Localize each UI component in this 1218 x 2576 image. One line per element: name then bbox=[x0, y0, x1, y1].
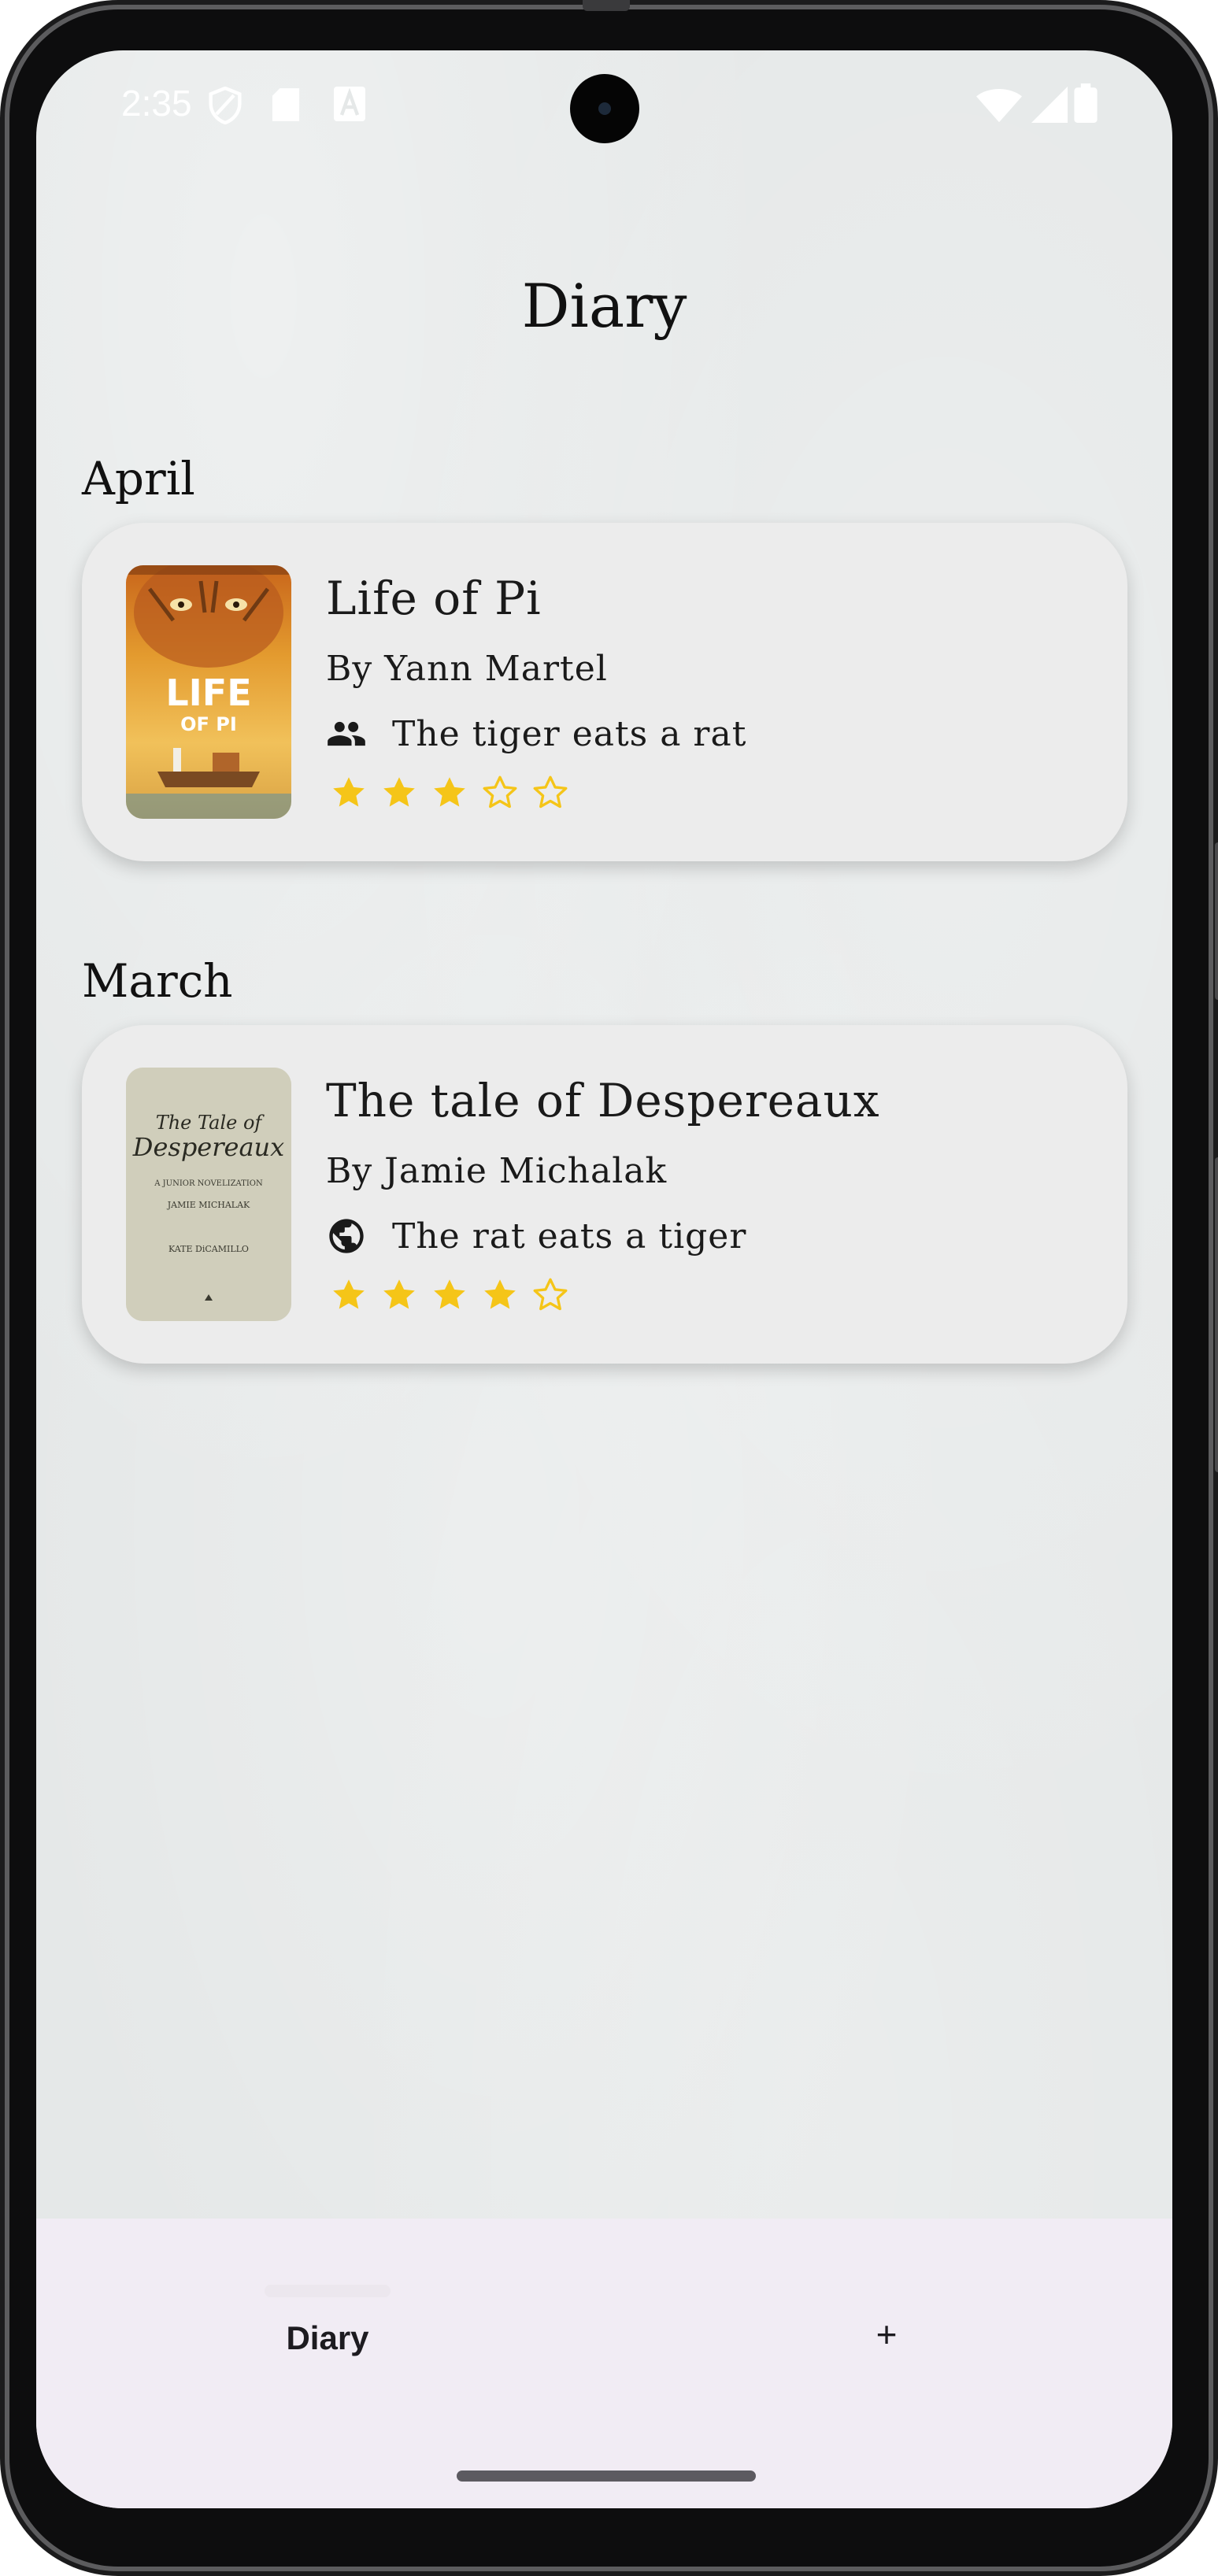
nav-item-diary[interactable]: Diary bbox=[233, 2319, 422, 2357]
book-cover-life-of-pi: LIFE OF PI bbox=[126, 565, 291, 819]
sd-card-icon bbox=[271, 87, 301, 126]
section-label-march: March bbox=[82, 954, 233, 1008]
star-outline-icon bbox=[483, 775, 517, 809]
battery-icon bbox=[1074, 83, 1098, 126]
shield-icon bbox=[208, 86, 242, 128]
front-camera bbox=[570, 74, 639, 143]
book-note-row: The rat eats a tiger bbox=[326, 1212, 746, 1260]
star-filled-icon bbox=[484, 1279, 516, 1309]
star-rating bbox=[329, 773, 570, 812]
star-filled-icon bbox=[333, 777, 365, 807]
nav-item-add[interactable]: + bbox=[855, 2313, 918, 2356]
cover-title-text: LIFE bbox=[165, 672, 251, 714]
cover-title-text-2: OF PI bbox=[180, 713, 237, 735]
star-outline-icon bbox=[533, 775, 568, 809]
power-button bbox=[1215, 842, 1218, 1000]
book-note-row: The tiger eats a rat bbox=[326, 710, 746, 757]
section-label-april: April bbox=[82, 452, 195, 505]
diary-entry-card[interactable]: The Tale of Despereaux A JUNIOR NOVELIZA… bbox=[82, 1025, 1127, 1364]
book-cover-despereaux: The Tale of Despereaux A JUNIOR NOVELIZA… bbox=[126, 1068, 291, 1321]
cover-author: JAMIE MICHALAK bbox=[167, 1200, 250, 1210]
star-filled-icon bbox=[434, 777, 465, 807]
phone-top-notch bbox=[583, 0, 630, 11]
star-filled-icon bbox=[383, 777, 415, 807]
status-time: 2:35 bbox=[121, 83, 192, 124]
nav-active-indicator bbox=[265, 2285, 391, 2297]
diary-entry-card[interactable]: LIFE OF PI Life of Pi By Yann Martel The… bbox=[82, 523, 1127, 861]
book-note: The rat eats a tiger bbox=[392, 1216, 747, 1257]
star-filled-icon bbox=[383, 1279, 415, 1309]
a-letter-icon bbox=[334, 87, 365, 124]
cover-title-text-2: Despereaux bbox=[132, 1132, 284, 1162]
status-bar: 2:35 bbox=[36, 50, 1172, 161]
globe-icon bbox=[326, 1216, 367, 1257]
star-filled-icon bbox=[333, 1279, 365, 1309]
cover-illustrator: KATE DiCAMILLO bbox=[168, 1244, 249, 1254]
people-icon bbox=[326, 713, 367, 754]
bottom-navigation: Diary + bbox=[36, 2219, 1172, 2508]
cover-caption: A JUNIOR NOVELIZATION bbox=[154, 1179, 263, 1188]
cover-title-text: The Tale of bbox=[156, 1112, 265, 1134]
book-author: By Jamie Michalak bbox=[326, 1151, 668, 1191]
volume-button bbox=[1215, 1157, 1218, 1472]
screen: 2:35 Diary April LIFE OF PI Life of Pi B… bbox=[36, 50, 1172, 2508]
star-outline-icon bbox=[533, 1278, 568, 1311]
page-title: Diary bbox=[521, 271, 687, 341]
cellular-signal-icon bbox=[1031, 87, 1068, 126]
book-author: By Yann Martel bbox=[326, 649, 608, 689]
phone-frame: 2:35 Diary April LIFE OF PI Life of Pi B… bbox=[0, 0, 1218, 2576]
wifi-icon bbox=[976, 88, 1022, 126]
book-title: Life of Pi bbox=[326, 572, 542, 625]
star-filled-icon bbox=[434, 1279, 465, 1309]
book-title: The tale of Despereaux bbox=[326, 1074, 880, 1127]
home-indicator[interactable] bbox=[457, 2471, 756, 2482]
star-rating bbox=[329, 1275, 570, 1315]
book-note: The tiger eats a rat bbox=[392, 713, 747, 754]
